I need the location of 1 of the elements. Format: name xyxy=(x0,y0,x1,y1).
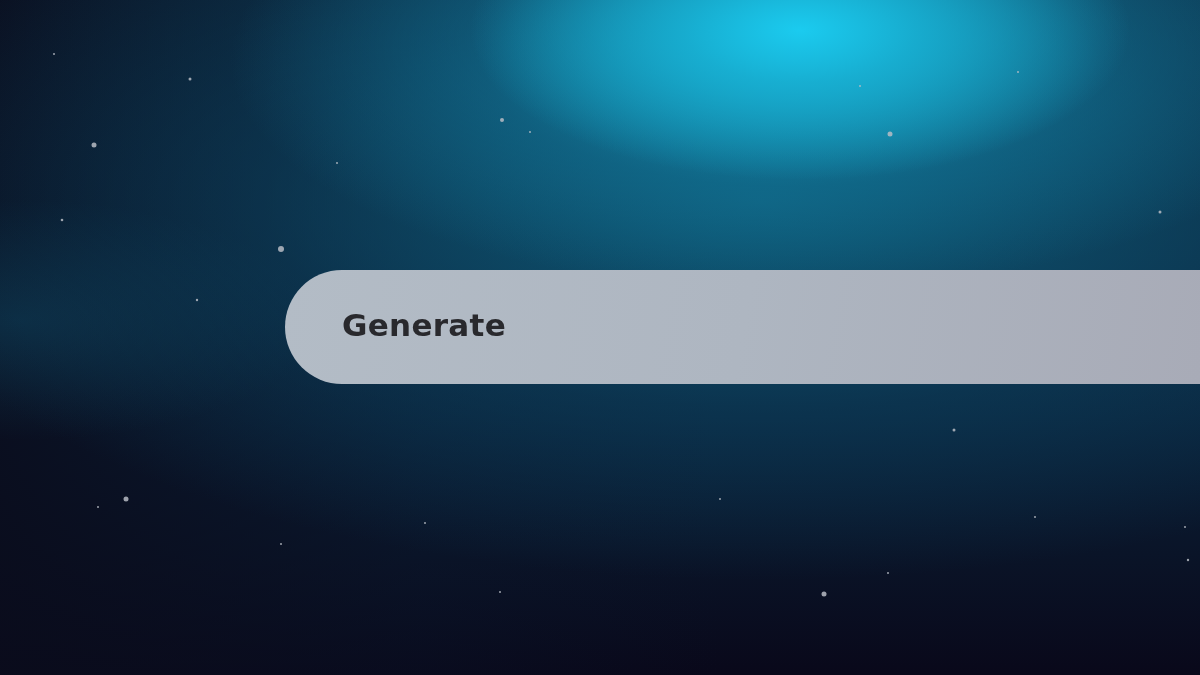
generate-button[interactable]: Generate xyxy=(285,270,1200,384)
